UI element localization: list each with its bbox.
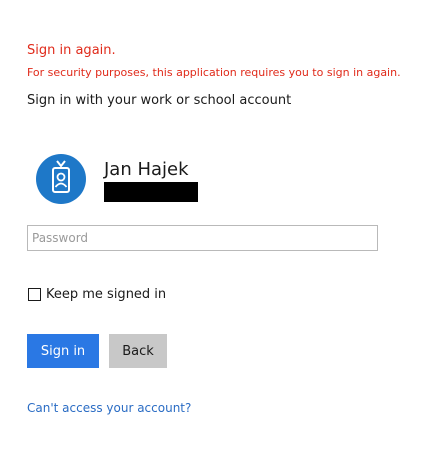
keep-signed-in-row[interactable]: Keep me signed in xyxy=(27,285,166,303)
cant-access-link[interactable]: Can't access your account? xyxy=(27,401,191,415)
page-heading: Sign in with your work or school account xyxy=(27,93,292,108)
error-title: Sign in again. xyxy=(27,43,116,58)
account-name: Jan Hajek xyxy=(104,159,189,180)
sign-in-button[interactable]: Sign in xyxy=(27,334,99,368)
user-badge-icon xyxy=(52,160,70,193)
error-message: For security purposes, this application … xyxy=(27,66,401,79)
keep-signed-in-checkbox[interactable] xyxy=(28,287,41,301)
back-button[interactable]: Back xyxy=(109,334,167,368)
avatar xyxy=(36,154,86,204)
redacted-email xyxy=(104,182,198,202)
password-input[interactable] xyxy=(27,225,378,251)
account-tile: Jan Hajek xyxy=(36,154,396,204)
keep-signed-in-label: Keep me signed in xyxy=(46,286,167,302)
